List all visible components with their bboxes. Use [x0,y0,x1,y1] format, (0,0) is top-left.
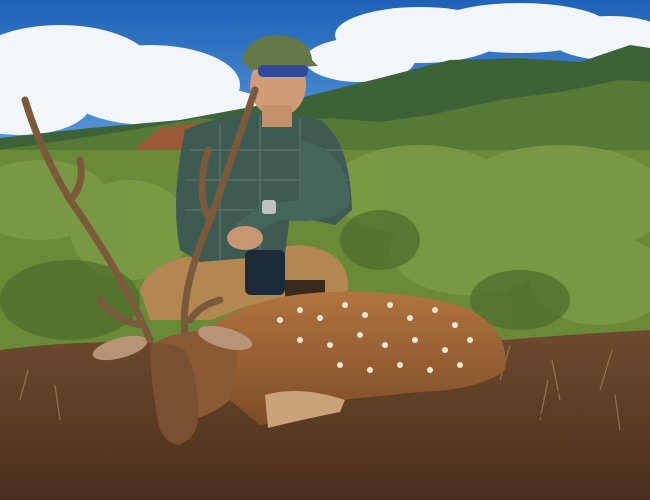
photo [0,0,650,500]
hunter-neck [262,105,292,127]
photo-canvas [0,0,650,500]
hunter-hand [227,226,263,250]
sunglasses [258,65,308,77]
binoculars [245,250,285,295]
wristwatch [262,200,276,214]
